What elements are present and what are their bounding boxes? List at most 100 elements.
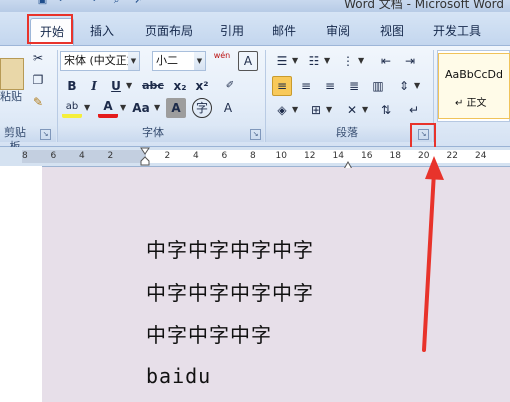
- tab-insert[interactable]: 插入: [82, 18, 122, 44]
- tab-references-label: 引用: [219, 24, 244, 38]
- font-size-value: 小二: [156, 54, 178, 67]
- highlight-box-home-tab: [27, 14, 73, 44]
- copy-icon[interactable]: ❐: [28, 70, 48, 90]
- print-preview-icon[interactable]: ⌕: [110, 0, 123, 7]
- document-line[interactable]: 中字中字中字中字: [146, 277, 314, 306]
- align-right-icon[interactable]: ≡: [320, 76, 340, 96]
- highlight-button[interactable]: ab: [62, 100, 82, 118]
- tab-developer[interactable]: 开发工具: [426, 18, 488, 44]
- tab-mailings[interactable]: 邮件: [266, 18, 302, 44]
- style-normal[interactable]: AaBbCcDd ↵ 正文: [438, 53, 510, 119]
- redo-icon[interactable]: ↷: [86, 0, 99, 7]
- increase-indent-icon[interactable]: ⇥: [400, 51, 420, 71]
- chevron-down-icon[interactable]: ▼: [84, 98, 90, 118]
- clear-format-icon[interactable]: ✐: [220, 76, 240, 96]
- chevron-down-icon[interactable]: ▼: [362, 100, 368, 120]
- highlight-label: ab: [65, 101, 79, 112]
- ruler-tick-label: 18: [389, 151, 401, 161]
- ruler-tick-label: 16: [361, 151, 373, 161]
- ruler-tick-label: 10: [275, 151, 287, 161]
- chevron-down-icon[interactable]: ▼: [120, 98, 126, 118]
- font-color-button[interactable]: A: [98, 98, 118, 118]
- bold-button[interactable]: B: [62, 76, 82, 96]
- decrease-indent-icon[interactable]: ⇤: [376, 51, 396, 71]
- line-spacing-icon[interactable]: ⇕: [394, 76, 414, 96]
- change-case-button[interactable]: Aa: [130, 98, 152, 118]
- italic-button[interactable]: I: [84, 76, 104, 96]
- text-effect-icon[interactable]: A: [218, 98, 238, 118]
- ruler-tick-label: 24: [475, 151, 487, 161]
- phonetic-guide-button[interactable]: wén: [212, 51, 232, 71]
- font-group-footer: 字体 ↘: [58, 126, 264, 142]
- chevron-down-icon[interactable]: ▼: [194, 52, 205, 70]
- chevron-down-icon[interactable]: ▼: [154, 98, 160, 118]
- distributed-icon[interactable]: ▥: [368, 76, 388, 96]
- superscript-button[interactable]: x²: [192, 76, 212, 96]
- style-gallery[interactable]: AaBbCcDd ↵ 正文: [437, 50, 510, 122]
- enclose-char-icon[interactable]: 字: [192, 98, 212, 118]
- chevron-down-icon[interactable]: ▼: [292, 51, 298, 71]
- title-bar: ▣ ↶ ↷ ⌕ ➚ Word 文档 - Microsoft Word: [0, 0, 510, 12]
- document-line[interactable]: 中字中字中字中字: [146, 234, 314, 263]
- chevron-down-icon[interactable]: ▼: [292, 100, 298, 120]
- numbering-icon[interactable]: ☷: [304, 51, 324, 71]
- multilevel-list-icon[interactable]: ⋮: [338, 51, 358, 71]
- document-line[interactable]: 中字中字中字: [146, 319, 272, 348]
- superscript-label: x²: [195, 79, 209, 93]
- save-icon[interactable]: ▣: [36, 0, 49, 7]
- borders-icon[interactable]: ⊞: [306, 100, 326, 120]
- ruler-tick-label: 6: [50, 151, 57, 161]
- font-size-combo[interactable]: 小二 ▼: [152, 51, 206, 71]
- sort-icon[interactable]: ⇅: [376, 100, 396, 120]
- chevron-down-icon[interactable]: ▼: [358, 51, 364, 71]
- style-preview-text: AaBbCcDd: [445, 68, 503, 81]
- underline-button[interactable]: U: [106, 76, 126, 96]
- paragraph-group-footer: 段落 ↘: [266, 126, 432, 142]
- chinese-layout-icon[interactable]: ✕: [342, 100, 362, 120]
- underline-label: U: [111, 79, 121, 93]
- ruler-tick-label: 4: [79, 151, 85, 161]
- indent-marker-icon[interactable]: [140, 147, 150, 166]
- paste-icon[interactable]: [0, 58, 24, 90]
- subscript-label: x₂: [173, 79, 187, 93]
- strikethrough-button[interactable]: abc: [140, 76, 166, 96]
- tab-view-label: 视图: [379, 24, 404, 38]
- right-indent-marker-icon[interactable]: [343, 155, 353, 170]
- tab-references[interactable]: 引用: [214, 18, 250, 44]
- ruler-tick-label: 8: [250, 151, 256, 161]
- char-border-button[interactable]: A: [238, 51, 258, 71]
- ruler-tick-label: 4: [193, 151, 199, 161]
- tab-insert-label: 插入: [89, 24, 114, 38]
- pointer-icon[interactable]: ➚: [132, 0, 145, 7]
- shading-icon[interactable]: ◈: [272, 100, 292, 120]
- phonetic-guide-label: wén: [213, 51, 231, 60]
- tab-view[interactable]: 视图: [374, 18, 410, 44]
- bullets-icon[interactable]: ☰: [272, 51, 292, 71]
- align-center-icon[interactable]: ≡: [296, 76, 316, 96]
- subscript-button[interactable]: x₂: [170, 76, 190, 96]
- font-name-combo[interactable]: 宋体 (中文正文) ▼: [60, 51, 140, 71]
- strikethrough-label: abc: [142, 79, 164, 92]
- undo-icon[interactable]: ↶: [56, 0, 69, 7]
- tab-page-layout[interactable]: 页面布局: [138, 18, 200, 44]
- annotation-arrow: [410, 150, 450, 360]
- ruler-tick-label: 2: [164, 151, 171, 161]
- justify-icon[interactable]: ≣: [344, 76, 364, 96]
- cut-icon[interactable]: ✂: [28, 48, 48, 68]
- document-line[interactable]: baidu: [146, 364, 211, 388]
- chevron-down-icon[interactable]: ▼: [414, 76, 420, 96]
- tab-page-layout-label: 页面布局: [144, 24, 193, 38]
- chevron-down-icon[interactable]: ▼: [128, 52, 139, 70]
- char-shading-button[interactable]: A: [166, 98, 186, 118]
- show-marks-icon[interactable]: ↵: [404, 100, 424, 120]
- tab-review[interactable]: 审阅: [320, 18, 356, 44]
- align-left-icon[interactable]: ≡: [272, 76, 292, 96]
- format-painter-icon[interactable]: ✎: [28, 92, 48, 112]
- highlight-box-paragraph-launcher: [410, 123, 436, 149]
- chevron-down-icon[interactable]: ▼: [324, 51, 330, 71]
- tab-review-label: 审阅: [325, 24, 350, 38]
- font-dialog-launcher[interactable]: ↘: [250, 129, 261, 140]
- chevron-down-icon[interactable]: ▼: [326, 100, 332, 120]
- clipboard-dialog-launcher[interactable]: ↘: [40, 129, 51, 140]
- chevron-down-icon[interactable]: ▼: [126, 76, 132, 96]
